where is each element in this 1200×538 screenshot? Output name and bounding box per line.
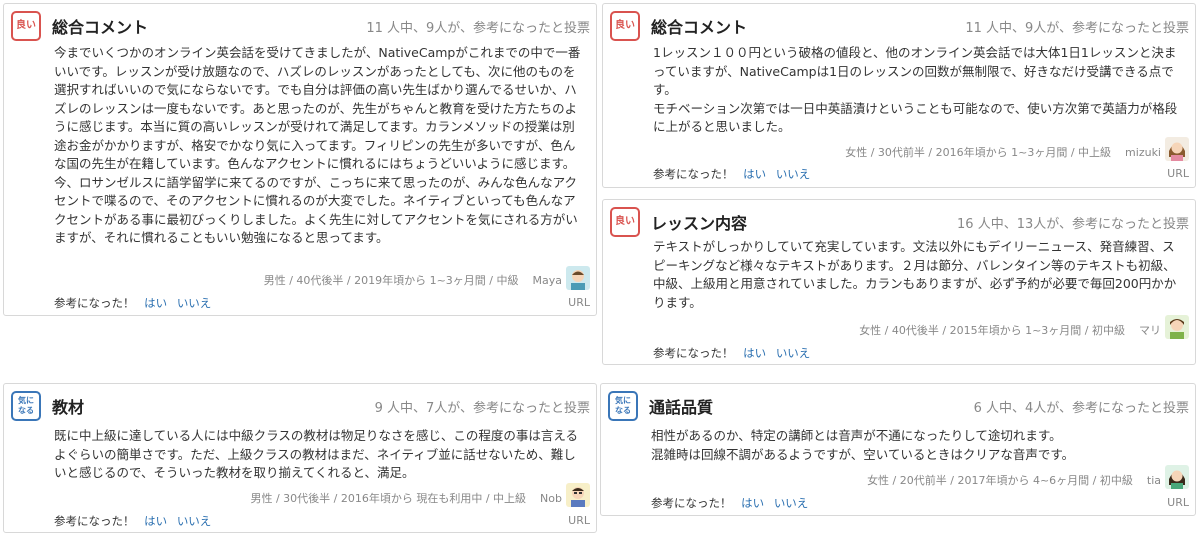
- url-link[interactable]: URL: [568, 296, 590, 309]
- vote-count: 16 人中、13人が、参考になったと投票: [957, 217, 1189, 232]
- reviewer-info: 男性 / 30代後半 / 2016年頃から 現在も利用中 / 中上級: [250, 492, 527, 505]
- review-paragraph: 相性があるのか、特定の講師とは音声が不通になったりして途切れます。: [651, 428, 1062, 443]
- review-paragraph: モチベーション次第では一日中英語漬けということも可能なので、使い方次第で英語力が…: [653, 100, 1178, 135]
- reviewer-info: 女性 / 20代前半 / 2017年頃から 4~6ヶ月間 / 初中級: [867, 474, 1133, 487]
- review-paragraph: 混雑時は回線不調があるようですが、空いているときはクリアな音声です。: [651, 446, 1075, 462]
- vote-count: 9 人中、7人が、参考になったと投票: [374, 401, 590, 416]
- review-paragraph: 既に中上級に達している人には中級クラスの教材は物足りなさを感じ、この程度の事は言…: [54, 428, 579, 480]
- reviewer-meta: 女性 / 30代前半 / 2016年頃から 1~3ヶ月間 / 中上級 mizuki: [845, 144, 1161, 160]
- reviewer-name: マリ: [1139, 324, 1161, 337]
- review-body: 相性があるのか、特定の講師とは音声が不通になったりして途切れます。 混雑時は回線…: [651, 427, 1183, 464]
- review-title: 通話品質: [649, 398, 714, 417]
- helpful-row: 参考になった！ はい いいえ: [653, 166, 810, 182]
- reviewer-name: tia: [1146, 474, 1161, 487]
- review-card-3: 気に なる 教材 9 人中、7人が、参考になったと投票 既に中上級に達している人に…: [3, 383, 597, 533]
- url-link[interactable]: URL: [568, 514, 590, 527]
- reviewer-meta: 男性 / 30代後半 / 2016年頃から 現在も利用中 / 中上級 Nob: [250, 490, 562, 506]
- review-card-0: 良い 総合コメント 11 人中、9人が、参考になったと投票 今までいくつかのオン…: [3, 3, 597, 316]
- helpful-yes-link[interactable]: はい: [743, 346, 766, 360]
- good-badge-icon: 良い: [11, 11, 41, 41]
- vote-count: 6 人中、4人が、参考になったと投票: [973, 401, 1189, 416]
- helpful-row: 参考になった！ はい いいえ: [651, 495, 808, 511]
- helpful-label: 参考になった！: [653, 346, 734, 360]
- helpful-no-link[interactable]: いいえ: [776, 346, 811, 360]
- helpful-label: 参考になった！: [54, 514, 135, 528]
- review-title: 教材: [52, 398, 85, 417]
- good-badge-icon: 良い: [610, 11, 640, 41]
- review-title: 総合コメント: [52, 18, 149, 37]
- helpful-yes-link[interactable]: はい: [144, 296, 167, 310]
- helpful-row: 参考になった！ はい いいえ: [653, 345, 810, 361]
- helpful-label: 参考になった！: [653, 167, 734, 181]
- avatar-icon: [1165, 465, 1189, 489]
- review-title: レッスン内容: [651, 214, 748, 233]
- url-link[interactable]: URL: [1167, 167, 1189, 180]
- good-badge-icon: 良い: [610, 207, 640, 237]
- helpful-label: 参考になった！: [54, 296, 135, 310]
- helpful-no-link[interactable]: いいえ: [774, 496, 809, 510]
- reviewer-name: Nob: [540, 492, 562, 505]
- review-body: テキストがしっかりしていて充実しています。文法以外にもデイリーニュース、発音練習…: [653, 238, 1185, 312]
- avatar-icon: [1165, 137, 1189, 161]
- review-title: 総合コメント: [651, 18, 748, 37]
- concern-badge-icon: 気に なる: [11, 391, 41, 421]
- review-paragraph: テキストがしっかりしていて充実しています。文法以外にもデイリーニュース、発音練習…: [653, 239, 1177, 310]
- reviewer-info: 女性 / 40代後半 / 2015年頃から 1~3ヶ月間 / 初中級: [859, 324, 1125, 337]
- url-link[interactable]: URL: [1167, 496, 1189, 509]
- review-body: 今までいくつかのオンライン英会話を受けてきましたが、NativeCampがこれま…: [54, 44, 586, 248]
- reviewer-meta: 女性 / 20代前半 / 2017年頃から 4~6ヶ月間 / 初中級 tia: [867, 472, 1161, 488]
- helpful-row: 参考になった！ はい いいえ: [54, 513, 211, 529]
- vote-count: 11 人中、9人が、参考になったと投票: [366, 21, 590, 36]
- vote-count: 11 人中、9人が、参考になったと投票: [965, 21, 1189, 36]
- review-card-2: 良い レッスン内容 16 人中、13人が、参考になったと投票 テキストがしっかり…: [602, 199, 1196, 365]
- review-body: 1レッスン１００円という破格の値段と、他のオンライン英会話では大体1日1レッスン…: [653, 44, 1185, 137]
- review-card-4: 気に なる 通話品質 6 人中、4人が、参考になったと投票 相性があるのか、特定の…: [600, 383, 1196, 516]
- helpful-no-link[interactable]: いいえ: [177, 514, 212, 528]
- helpful-label: 参考になった！: [651, 496, 732, 510]
- helpful-no-link[interactable]: いいえ: [776, 167, 811, 181]
- helpful-no-link[interactable]: いいえ: [177, 296, 212, 310]
- helpful-yes-link[interactable]: はい: [743, 167, 766, 181]
- helpful-yes-link[interactable]: はい: [144, 514, 167, 528]
- review-card-1: 良い 総合コメント 11 人中、9人が、参考になったと投票 1レッスン１００円と…: [602, 3, 1196, 188]
- helpful-yes-link[interactable]: はい: [741, 496, 764, 510]
- helpful-row: 参考になった！ はい いいえ: [54, 295, 211, 311]
- avatar-icon: [1165, 315, 1189, 339]
- reviewer-meta: 男性 / 40代後半 / 2019年頃から 1~3ヶ月間 / 中級 Maya: [264, 272, 562, 288]
- review-paragraph: 1レッスン１００円という破格の値段と、他のオンライン英会話では大体1日1レッスン…: [653, 45, 1177, 97]
- avatar-icon: [566, 266, 590, 290]
- review-body: 既に中上級に達している人には中級クラスの教材は物足りなさを感じ、この程度の事は言…: [54, 427, 586, 483]
- concern-badge-icon: 気に なる: [608, 391, 638, 421]
- review-paragraph: 今までいくつかのオンライン英会話を受けてきましたが、NativeCampがこれま…: [54, 45, 581, 245]
- reviewer-name: Maya: [532, 274, 562, 287]
- avatar-icon: [566, 483, 590, 507]
- reviewer-info: 男性 / 40代後半 / 2019年頃から 1~3ヶ月間 / 中級: [263, 274, 519, 287]
- reviewer-meta: 女性 / 40代後半 / 2015年頃から 1~3ヶ月間 / 初中級 マリ: [859, 322, 1161, 338]
- reviewer-info: 女性 / 30代前半 / 2016年頃から 1~3ヶ月間 / 中上級: [845, 146, 1112, 159]
- reviewer-name: mizuki: [1125, 146, 1161, 159]
